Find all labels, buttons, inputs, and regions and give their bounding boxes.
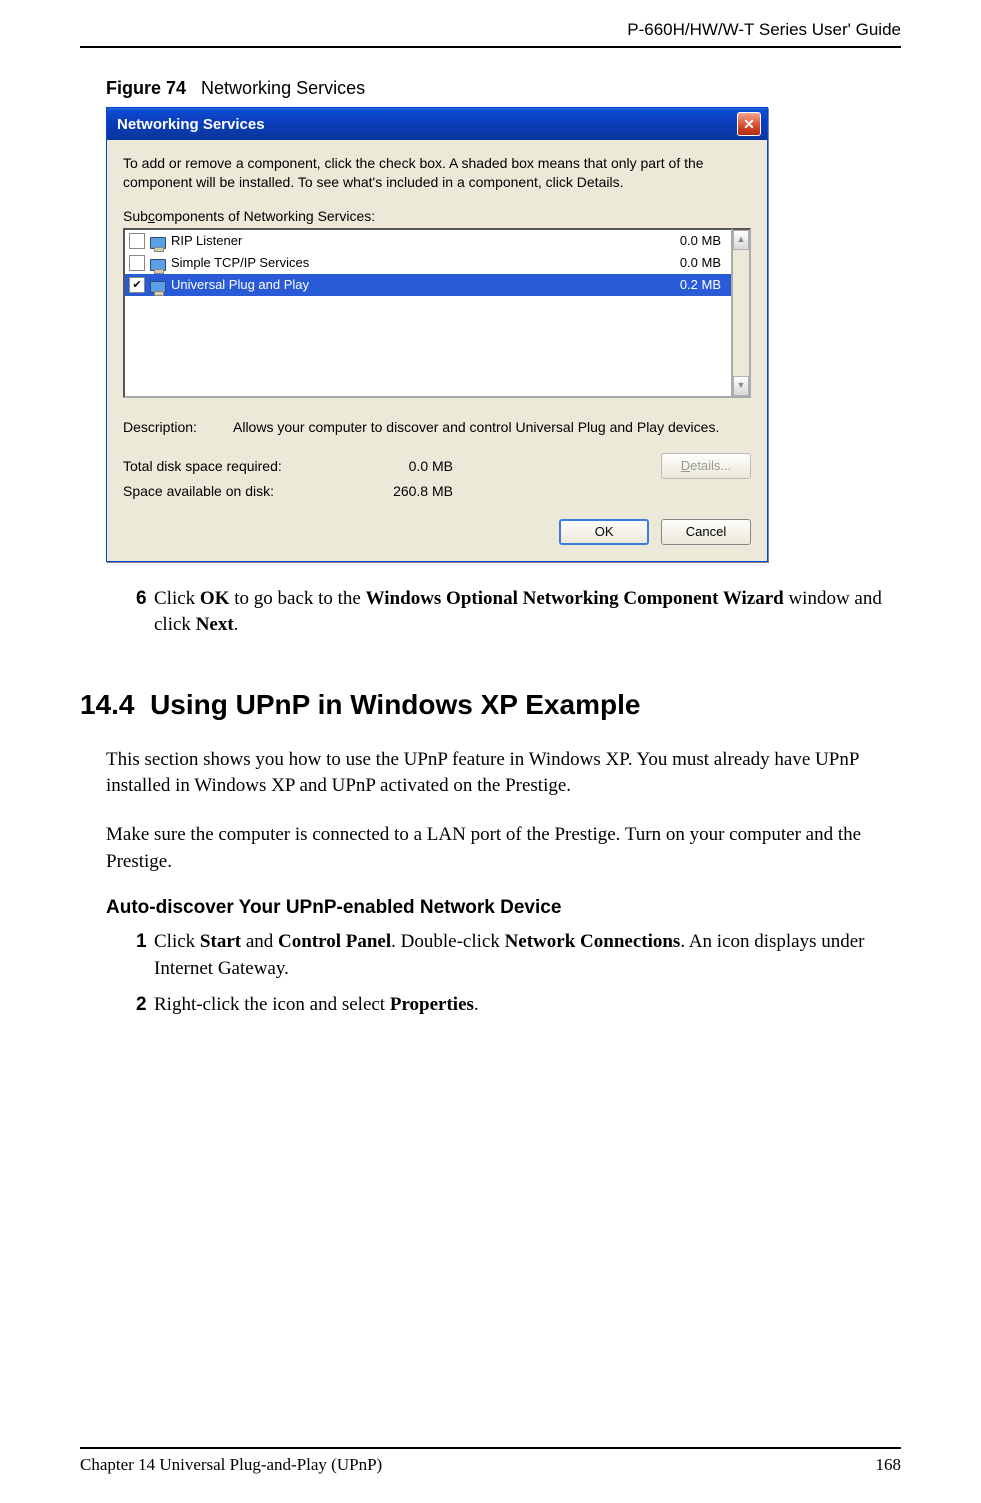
figure-title: Networking Services	[201, 78, 365, 98]
details-button: Details...	[661, 453, 751, 479]
description-label: Description:	[123, 418, 213, 437]
checkbox[interactable]	[129, 255, 145, 271]
footer-chapter: Chapter 14 Universal Plug-and-Play (UPnP…	[80, 1455, 382, 1475]
computer-icon	[149, 255, 167, 271]
checkbox[interactable]	[129, 233, 145, 249]
subcomponents-listbox[interactable]: RIP Listener 0.0 MB Simple TCP/IP Servic…	[123, 228, 733, 398]
step-2: 2 Right-click the icon and select Proper…	[136, 992, 901, 1019]
figure-caption: Figure 74 Networking Services	[106, 78, 901, 99]
section-heading: 14.4 Using UPnP in Windows XP Example	[80, 689, 901, 721]
list-item-label: Universal Plug and Play	[171, 277, 680, 292]
list-item[interactable]: Universal Plug and Play 0.2 MB	[125, 274, 731, 296]
avail-disk-value: 260.8 MB	[353, 483, 483, 499]
step-number: 6	[136, 586, 154, 639]
dialog-titlebar[interactable]: Networking Services ✕	[107, 108, 767, 140]
list-item-size: 0.0 MB	[680, 233, 725, 248]
step-text: Click OK to go back to the Windows Optio…	[154, 586, 901, 639]
step-text: Right-click the icon and select Properti…	[154, 992, 901, 1019]
section-number: 14.4	[80, 689, 135, 720]
doc-header: P-660H/HW/W-T Series User' Guide	[80, 20, 901, 46]
close-icon[interactable]: ✕	[737, 112, 761, 136]
step-text: Click Start and Control Panel. Double-cl…	[154, 929, 901, 982]
sub-heading: Auto-discover Your UPnP-enabled Network …	[106, 897, 901, 919]
list-item[interactable]: Simple TCP/IP Services 0.0 MB	[125, 252, 731, 274]
step-number: 2	[136, 992, 154, 1019]
total-disk-value: 0.0 MB	[353, 458, 483, 474]
list-item-label: Simple TCP/IP Services	[171, 255, 680, 270]
subcomponents-label: Subcomponents of Networking Services:	[123, 208, 751, 224]
total-disk-label: Total disk space required:	[123, 458, 353, 474]
avail-disk-label: Space available on disk:	[123, 483, 353, 499]
networking-services-dialog: Networking Services ✕ To add or remove a…	[106, 107, 768, 562]
list-item[interactable]: RIP Listener 0.0 MB	[125, 230, 731, 252]
computer-icon	[149, 277, 167, 293]
section-para-2: Make sure the computer is connected to a…	[106, 822, 901, 875]
ok-button[interactable]: OK	[559, 519, 649, 545]
list-item-label: RIP Listener	[171, 233, 680, 248]
step-number: 1	[136, 929, 154, 982]
cancel-button[interactable]: Cancel	[661, 519, 751, 545]
dialog-title: Networking Services	[117, 116, 265, 133]
dialog-intro-text: To add or remove a component, click the …	[123, 154, 751, 192]
computer-icon	[149, 233, 167, 249]
description-text: Allows your computer to discover and con…	[233, 418, 719, 437]
list-item-size: 0.0 MB	[680, 255, 725, 270]
figure-label: Figure 74	[106, 78, 186, 98]
footer-page-number: 168	[876, 1455, 902, 1475]
checkbox[interactable]	[129, 277, 145, 293]
step-6: 6 Click OK to go back to the Windows Opt…	[136, 586, 901, 639]
step-1: 1 Click Start and Control Panel. Double-…	[136, 929, 901, 982]
scroll-down-icon[interactable]: ▼	[733, 376, 749, 396]
list-item-size: 0.2 MB	[680, 277, 725, 292]
section-title: Using UPnP in Windows XP Example	[150, 689, 640, 720]
section-para-1: This section shows you how to use the UP…	[106, 747, 901, 800]
scroll-up-icon[interactable]: ▲	[733, 230, 749, 250]
scrollbar[interactable]: ▲ ▼	[733, 228, 751, 398]
header-rule	[80, 46, 901, 48]
